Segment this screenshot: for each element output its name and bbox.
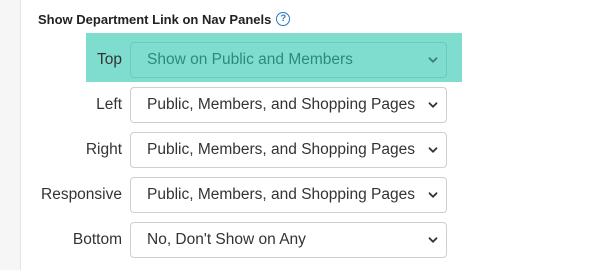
bottom-select-value: No, Don't Show on Any [147, 231, 306, 248]
right-select[interactable]: Public, Members, and Shopping Pages [130, 132, 447, 168]
bottom-select[interactable]: No, Don't Show on Any [130, 222, 447, 258]
left-select[interactable]: Public, Members, and Shopping Pages [130, 87, 447, 123]
top-select[interactable]: Show on Public and Members [130, 42, 447, 78]
section-heading: Show Department Link on Nav Panels ? [38, 10, 291, 28]
top-label: Top [97, 51, 122, 68]
section-title: Show Department Link on Nav Panels [38, 11, 272, 27]
chevron-down-icon [427, 234, 439, 246]
responsive-label: Responsive [41, 186, 122, 203]
top-select-value: Show on Public and Members [147, 51, 353, 68]
question-circle-icon[interactable]: ? [276, 12, 291, 26]
responsive-select-value: Public, Members, and Shopping Pages [147, 186, 415, 203]
chevron-down-icon [427, 99, 439, 111]
chevron-down-icon [427, 189, 439, 201]
left-label: Left [96, 96, 122, 113]
bottom-label: Bottom [72, 231, 122, 248]
chevron-down-icon [427, 54, 439, 66]
right-label: Right [85, 141, 122, 158]
chevron-down-icon [427, 144, 439, 156]
right-select-value: Public, Members, and Shopping Pages [147, 141, 415, 158]
left-select-value: Public, Members, and Shopping Pages [147, 96, 415, 113]
responsive-select[interactable]: Public, Members, and Shopping Pages [130, 177, 447, 213]
